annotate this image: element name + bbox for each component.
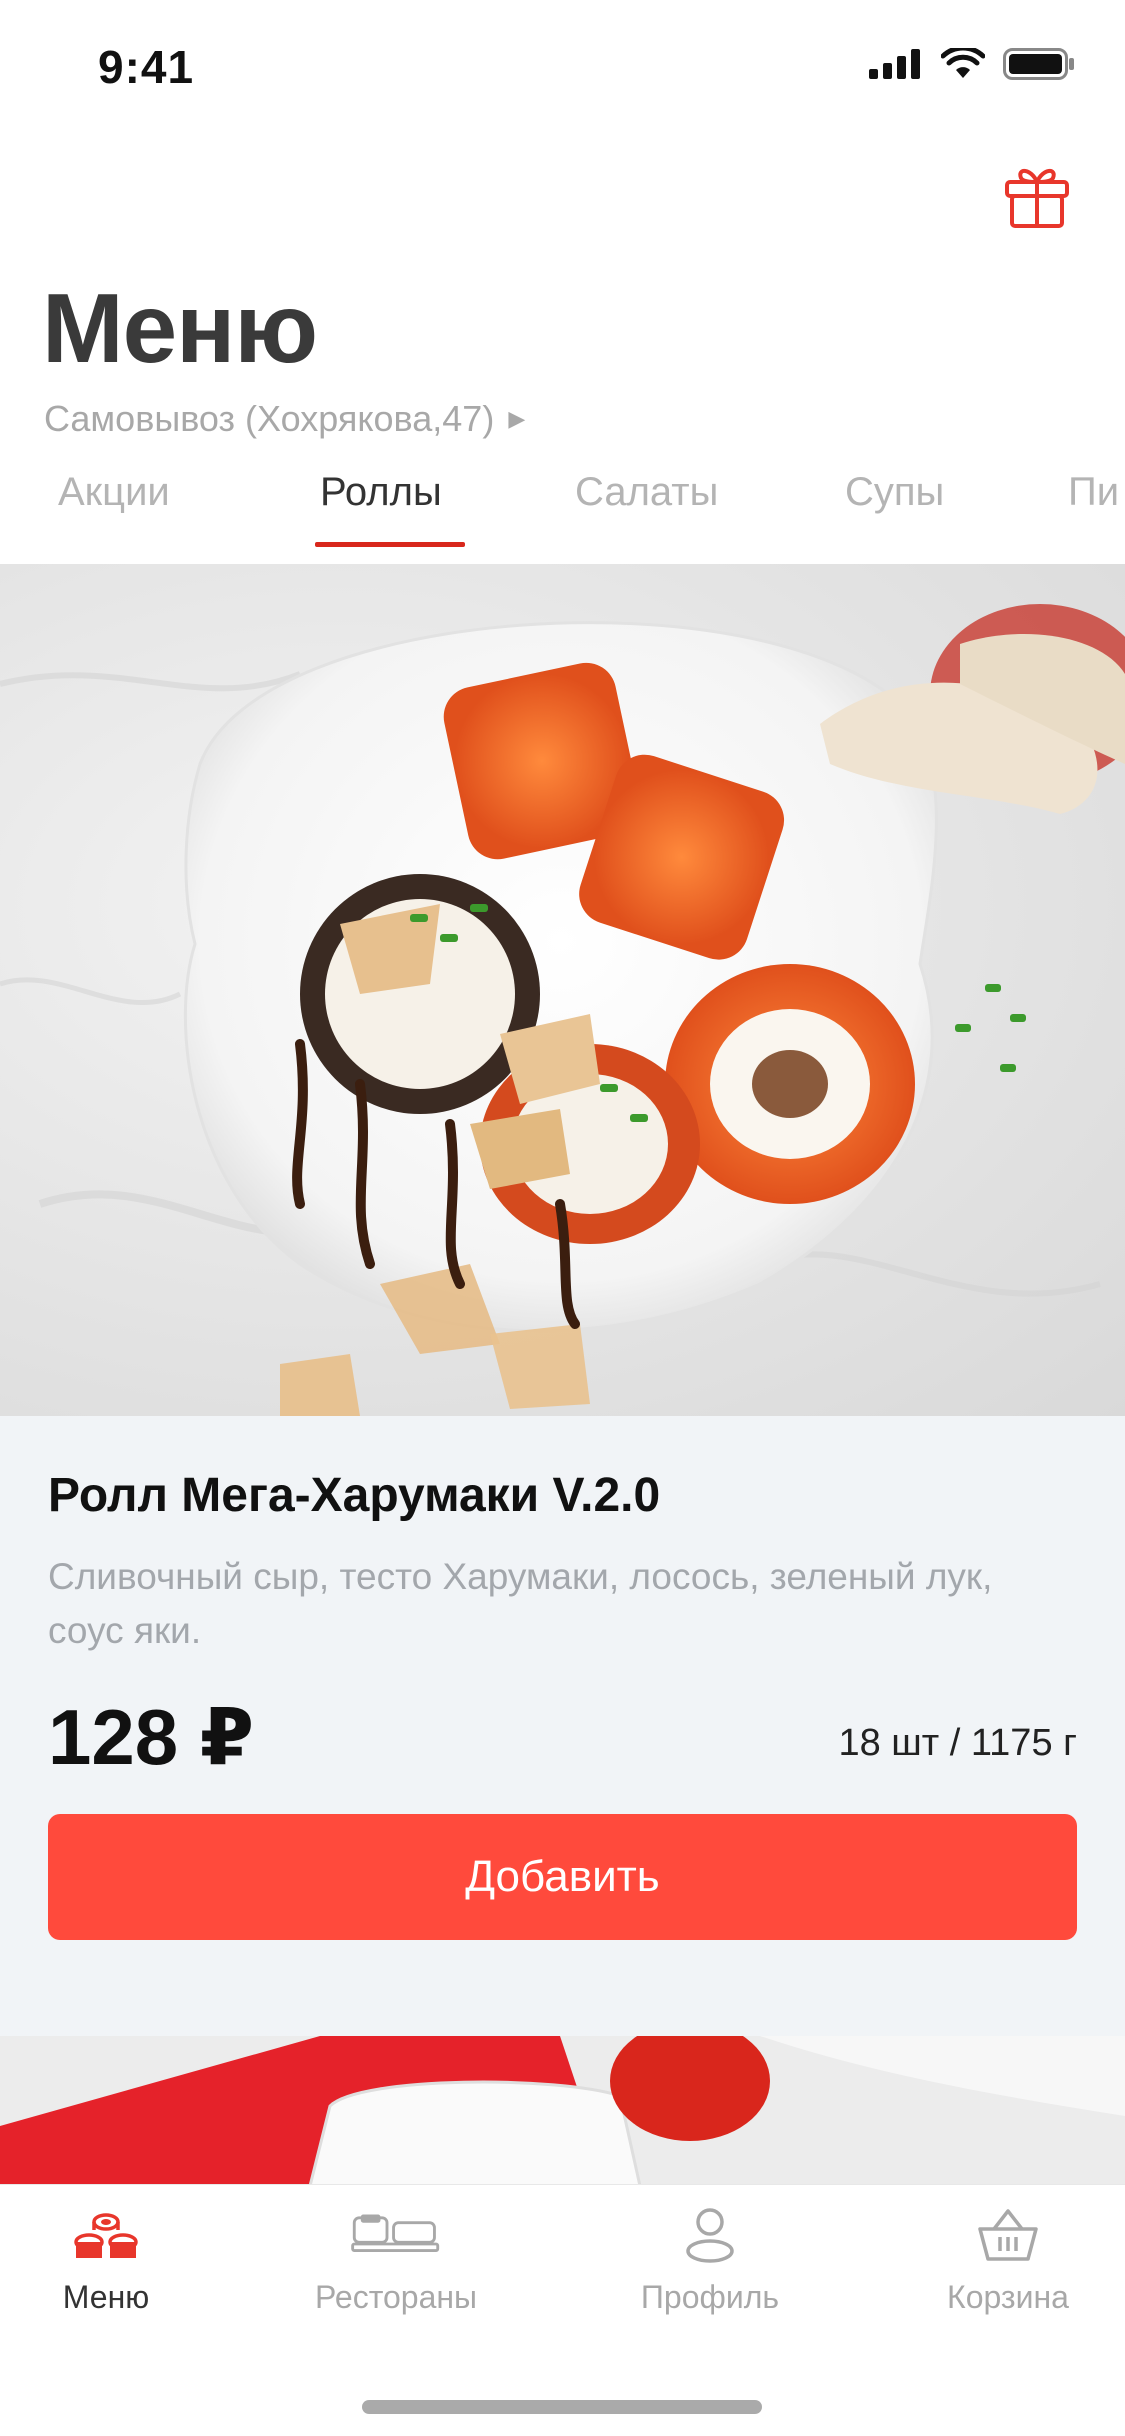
tab-salaty[interactable]: Салаты	[575, 470, 718, 550]
tabbar-item-restaurants[interactable]: Рестораны	[286, 2205, 506, 2325]
tabbar-item-basket[interactable]: Корзина	[898, 2205, 1118, 2325]
status-bar: 9:41	[0, 0, 1125, 132]
triangle-right-icon: ▶	[508, 406, 526, 431]
bottom-tab-bar: Меню Рестораны Профиль Корзина	[0, 2184, 1125, 2436]
battery-icon	[1003, 48, 1074, 80]
tab-supy[interactable]: Супы	[845, 470, 944, 550]
basket-icon	[963, 2205, 1053, 2265]
product-image[interactable]	[0, 564, 1125, 1416]
tabbar-label-profile: Профиль	[640, 2279, 780, 2315]
tab-akcii[interactable]: Акции	[58, 470, 170, 550]
active-tab-indicator	[315, 542, 465, 547]
next-product-illustration	[0, 2036, 1125, 2186]
product-weight: 18 шт / 1175 г	[838, 1722, 1077, 1764]
tab-rolly[interactable]: Роллы	[320, 470, 442, 550]
category-tabs: Акции Роллы Салаты Супы Пи	[0, 470, 1125, 550]
pickup-label: Самовывоз (Хохрякова,47)	[44, 398, 495, 439]
pickup-selector[interactable]: Самовывоз (Хохрякова,47) ▶	[44, 398, 525, 440]
gift-icon	[1005, 169, 1069, 228]
gift-button[interactable]	[1001, 160, 1073, 232]
tabbar-label-basket: Корзина	[947, 2279, 1069, 2315]
sushi-plate-illustration	[0, 604, 1125, 1416]
status-time: 9:41	[98, 41, 195, 93]
product-description: Сливочный сыр, тесто Харумаки, лосось, з…	[48, 1556, 993, 1651]
tab-next-partial[interactable]: Пи	[1068, 470, 1119, 550]
home-indicator[interactable]	[362, 2400, 762, 2414]
restaurants-icon	[351, 2205, 441, 2265]
wifi-icon	[941, 48, 985, 78]
status-icons	[869, 48, 1075, 80]
next-product-image[interactable]	[0, 2036, 1125, 2186]
tabbar-label-restaurants: Рестораны	[314, 2279, 478, 2315]
sushi-icon	[61, 2205, 151, 2265]
product-price: 128 ₽	[48, 1693, 255, 1781]
cellular-signal-icon	[869, 49, 920, 79]
add-to-cart-button[interactable]: Добавить	[48, 1814, 1077, 1940]
tabbar-label-menu: Меню	[62, 2279, 150, 2315]
product-title: Ролл Мега-Харумаки V.2.0	[48, 1469, 661, 1522]
page-title: Меню	[42, 273, 318, 383]
profile-icon	[665, 2205, 755, 2265]
tabbar-item-profile[interactable]: Профиль	[600, 2205, 820, 2325]
tabbar-item-menu[interactable]: Меню	[0, 2205, 216, 2325]
